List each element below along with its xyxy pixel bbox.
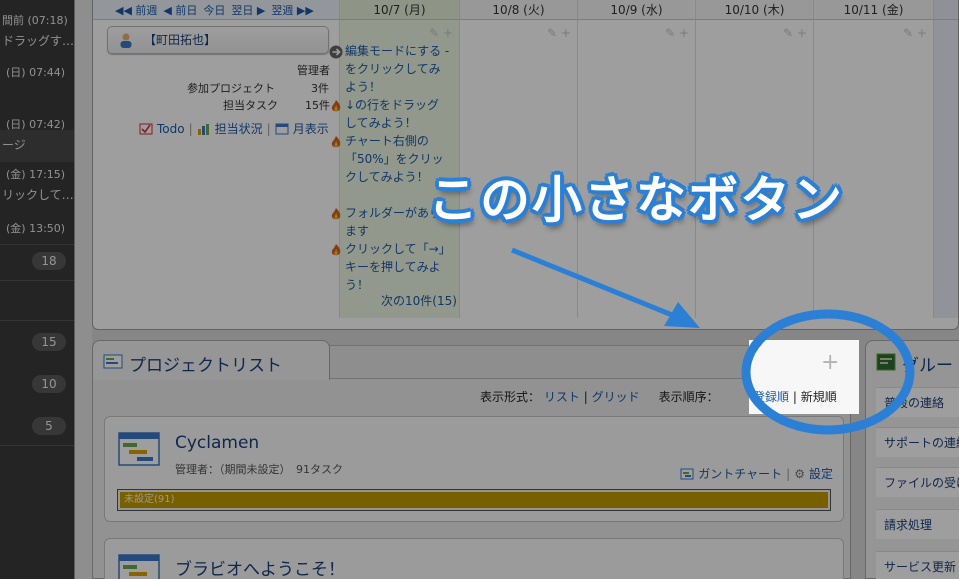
arrow-circle-icon <box>329 45 343 59</box>
project-list-title: プロジェクトリスト <box>129 356 282 376</box>
project-name[interactable]: ブラビオへようこそ！ <box>175 555 345 579</box>
day-column-weekend <box>933 20 958 318</box>
project-links: ガントチャート | ⚙ 設定 <box>680 465 833 482</box>
sidebar-item-title[interactable]: ドラッグす… <box>2 32 74 49</box>
add-project-button-highlighted[interactable]: + <box>821 350 839 375</box>
user-links: Todo | 担当状況 | 月表示 <box>139 120 329 137</box>
flame-icon <box>331 136 341 148</box>
add-task-icon[interactable]: ✎ + <box>547 26 571 40</box>
flame-icon <box>331 208 341 220</box>
count-badge: 10 <box>32 375 66 393</box>
day-header-weekend <box>933 0 958 20</box>
sidebar-text: 間前 (07:18) <box>2 14 68 27</box>
gantt-chart-link[interactable]: ガントチャート <box>698 465 782 482</box>
gantt-icon <box>680 468 694 479</box>
project-card[interactable]: Cyclamen 管理者：（期間未設定） 91タスク ガントチャート | ⚙ 設… <box>104 416 844 522</box>
project-progress-bar[interactable]: 未設定(91) <box>117 489 831 511</box>
highlight-content: + 登録順 | 新規順 <box>749 340 859 414</box>
day-header: 10/8 (火) <box>459 0 577 20</box>
user-name: 【町田拓也】 <box>144 33 217 47</box>
more-tasks-link[interactable]: 次の10件(15) <box>381 292 457 309</box>
project-meta: 管理者：（期間未設定） 91タスク <box>175 463 343 476</box>
sidebar-divider <box>0 320 74 321</box>
gear-icon: ⚙ <box>794 466 805 481</box>
flame-icon <box>331 100 341 112</box>
task-item[interactable]: ↓の行をドラッグしてみよう！ <box>331 96 451 132</box>
project-name[interactable]: Cyclamen <box>175 433 259 453</box>
calendar-nav: ◀◀ 前週 ◀ 前日 今日 翌日 ▶ 翌週 ▶▶ <box>93 0 339 20</box>
user-role: 管理者 <box>297 64 330 77</box>
prev-week-link[interactable]: ◀◀ 前週 <box>115 2 157 18</box>
day-header: 10/7 (月) <box>339 0 459 20</box>
sidebar-divider <box>0 280 74 281</box>
count-badge: 5 <box>32 417 66 435</box>
sidebar-scrollbar[interactable] <box>74 0 92 579</box>
next-day-link[interactable]: 翌日 ▶ <box>231 2 265 18</box>
sidebar-item-title[interactable]: ージ <box>2 136 74 153</box>
order-options: 登録順 | 新規順 <box>753 390 837 404</box>
settings-link[interactable]: 設定 <box>809 465 833 482</box>
left-sidebar: 間前 (07:18) ドラッグす… (日) 07:44) (日) 07:42) … <box>0 0 74 579</box>
group-item[interactable]: サポートの連絡 <box>876 427 959 457</box>
group-item[interactable]: 請求処理 <box>876 509 959 539</box>
view-options: 表示形式： リスト | グリッド 表示順序： <box>480 390 719 404</box>
group-panel: グルー 普段の連絡 サポートの連絡 ファイルの受け 請求処理 サービス更新 <box>865 340 959 579</box>
project-list-icon <box>103 354 123 369</box>
group-item[interactable]: ファイルの受け <box>876 467 959 497</box>
group-board-icon <box>876 353 896 371</box>
count-badge: 15 <box>32 333 66 351</box>
sidebar-timestamp: (金) 13:50) <box>6 222 66 235</box>
gantt-project-icon <box>118 432 160 466</box>
order-registered-link[interactable]: 登録順 <box>753 390 789 404</box>
project-card[interactable]: ブラビオへようこそ！ <box>104 538 844 579</box>
status-link[interactable]: 担当状況 <box>215 120 263 137</box>
gantt-project-icon <box>118 554 160 579</box>
day-header: 10/11 (金) <box>813 0 933 20</box>
day-header: 10/10 (木) <box>695 0 813 20</box>
add-task-icon[interactable]: ✎ + <box>429 26 453 40</box>
next-week-link[interactable]: 翌週 ▶▶ <box>271 2 313 18</box>
flame-icon <box>331 244 341 256</box>
project-list-tab[interactable]: プロジェクトリスト <box>92 340 330 380</box>
order-new-label[interactable]: 新規順 <box>801 390 837 404</box>
tasks-label: 担当タスク <box>223 99 278 112</box>
annotation-text: この小さなボタン <box>428 171 844 229</box>
group-panel-title: グルー <box>902 356 953 376</box>
group-item[interactable]: サービス更新 <box>876 551 959 579</box>
user-card[interactable]: 【町田拓也】 <box>107 26 329 54</box>
add-task-icon[interactable]: ✎ + <box>903 26 927 40</box>
group-item[interactable]: 普段の連絡 <box>876 387 959 417</box>
sidebar-item-title[interactable]: リックして… <box>2 186 74 203</box>
prev-day-link[interactable]: ◀ 前日 <box>163 2 197 18</box>
view-grid-link[interactable]: グリッド <box>592 390 640 404</box>
day-header: 10/9 (水) <box>577 0 695 20</box>
sidebar-timestamp: (金) 17:15) <box>6 168 66 181</box>
status-chart-icon <box>197 123 209 135</box>
sidebar-timestamp: (日) 07:44) <box>6 66 66 79</box>
progress-fill: 未設定(91) <box>120 492 828 508</box>
projects-label: 参加プロジェクト <box>187 82 275 95</box>
view-list-link[interactable]: リスト <box>544 390 580 404</box>
calendar-icon <box>275 123 289 134</box>
task-item[interactable]: クリックして「→」キーを押してみよう！ <box>331 240 451 294</box>
person-icon <box>120 33 132 48</box>
sidebar-divider <box>0 445 74 446</box>
today-link[interactable]: 今日 <box>203 2 225 18</box>
add-task-icon[interactable]: ✎ + <box>665 26 689 40</box>
highlight-region: + 登録順 | 新規順 <box>749 340 859 414</box>
task-item[interactable]: 編集モードにする - をクリックしてみよう！ <box>329 42 451 96</box>
tasks-count: 15件 <box>305 99 330 112</box>
count-badge: 18 <box>32 252 66 270</box>
projects-count: 3件 <box>311 82 329 95</box>
todo-icon <box>139 123 153 134</box>
add-task-icon[interactable]: ✎ + <box>783 26 807 40</box>
sidebar-divider <box>0 244 74 245</box>
monthly-link[interactable]: 月表示 <box>293 120 329 137</box>
todo-link[interactable]: Todo <box>157 122 185 136</box>
